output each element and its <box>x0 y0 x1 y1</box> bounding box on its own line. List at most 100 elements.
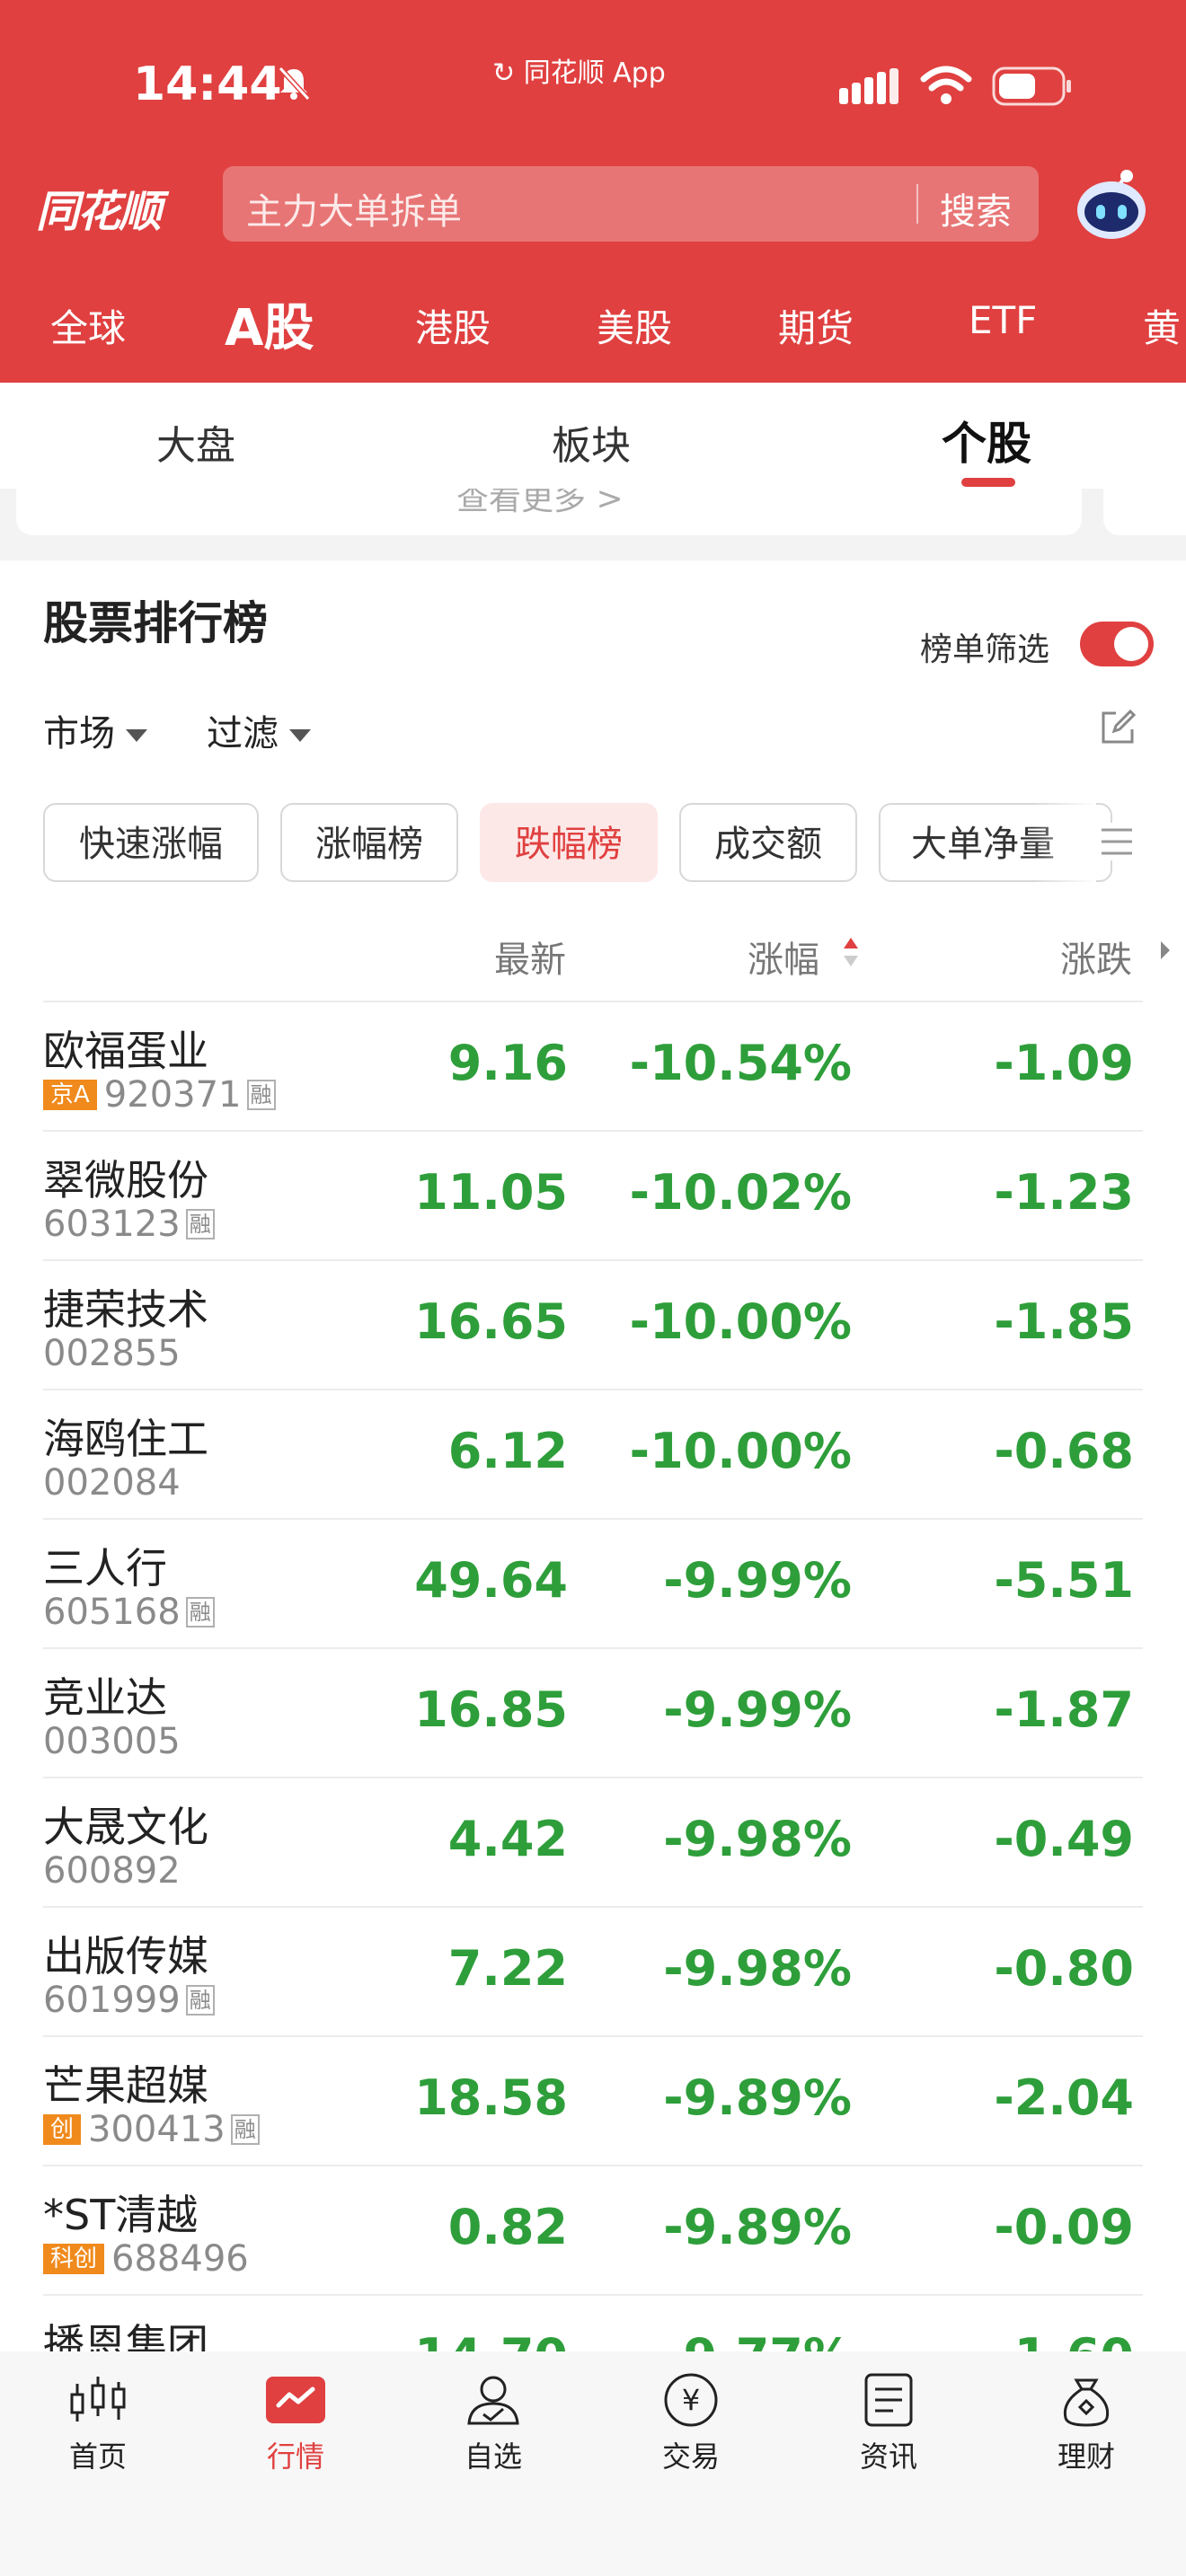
tab-label: 行情 <box>266 2439 324 2474</box>
tab-hk[interactable]: 港股 <box>415 298 491 353</box>
chip-fast-rise[interactable]: 快速涨幅 <box>43 803 259 882</box>
app-logo[interactable]: 同花顺 <box>36 176 162 239</box>
robot-assistant-icon[interactable] <box>1071 167 1152 244</box>
stock-code-line: 605168 融 <box>43 1592 215 1633</box>
next-card-edge <box>1103 489 1186 535</box>
row-divider <box>43 1647 1143 1649</box>
row-divider <box>43 1259 1143 1261</box>
stock-change: -1.23 <box>994 1164 1134 1221</box>
tab-home[interactable]: 首页 <box>40 2371 156 2497</box>
edit-icon[interactable] <box>1098 708 1137 747</box>
stock-change-pct: -10.02% <box>629 1164 852 1221</box>
candlestick-icon <box>70 2377 126 2422</box>
tab-trade[interactable]: ¥ 交易 <box>633 2371 749 2497</box>
bell-muted-icon <box>278 66 311 101</box>
stock-code-line: 京A 920371 融 <box>43 1074 276 1116</box>
menu-icon[interactable] <box>1098 823 1136 860</box>
stock-code-line: 603123 融 <box>43 1204 215 1245</box>
stock-change: -0.68 <box>994 1423 1134 1479</box>
stock-code-line: 科创 688496 <box>43 2238 249 2280</box>
search-bar[interactable]: 主力大单拆单 搜索 <box>223 166 1039 242</box>
sub-tabs: 大盘 板块 个股 <box>0 383 1186 489</box>
stock-price: 0.82 <box>447 2199 568 2255</box>
header-area: 14:44 ↻ 同花顺 App 同花顺 主力大单拆单 搜索 全球 A股 港股 美… <box>0 0 1186 383</box>
tab-watchlist[interactable]: 自选 <box>435 2371 552 2497</box>
tab-wealth[interactable]: 理财 <box>1028 2371 1145 2497</box>
stock-row[interactable]: 海鸥住工 002084 6.12 -10.00% -0.68 <box>0 1389 1186 1518</box>
stock-price: 9.16 <box>447 1035 568 1091</box>
stock-name: 芒果超媒 <box>43 2061 208 2110</box>
stock-price: 6.12 <box>447 1423 568 1479</box>
search-input[interactable]: 主力大单拆单 <box>246 182 462 234</box>
app-tag-label: 同花顺 App <box>523 57 666 89</box>
chevron-right-icon[interactable] <box>1159 938 1172 963</box>
stock-name: 捷荣技术 <box>43 1285 208 1334</box>
stock-row[interactable]: 翠微股份 603123 融 11.05 -10.02% -1.23 <box>0 1130 1186 1259</box>
search-divider <box>916 184 918 224</box>
stock-price: 18.58 <box>414 2069 568 2126</box>
view-more-link[interactable]: 查看更多 > <box>456 489 624 519</box>
tab-a-share[interactable]: A股 <box>225 287 314 360</box>
stock-change: -2.04 <box>994 2069 1134 2126</box>
subtab-sector[interactable]: 板块 <box>552 413 631 471</box>
status-bar: 14:44 ↻ 同花顺 App <box>0 36 1186 135</box>
stock-name: 翠微股份 <box>43 1156 208 1204</box>
stock-change-pct: -9.99% <box>663 1552 852 1609</box>
subtab-stock[interactable]: 个股 <box>942 408 1031 472</box>
tab-label: 资讯 <box>859 2439 917 2474</box>
chip-turnover[interactable]: 成交额 <box>679 803 857 882</box>
stock-row[interactable]: 大晟文化 600892 4.42 -9.98% -0.49 <box>0 1777 1186 1906</box>
margin-badge: 融 <box>185 1209 215 1239</box>
stock-change: -1.09 <box>994 1035 1134 1091</box>
stock-row[interactable]: 三人行 605168 融 49.64 -9.99% -5.51 <box>0 1518 1186 1647</box>
stock-row[interactable]: *ST清越 科创 688496 0.82 -9.89% -0.09 <box>0 2165 1186 2294</box>
market-dropdown[interactable]: 市场 <box>43 704 147 756</box>
stock-row[interactable]: 欧福蛋业 京A 920371 融 9.16 -10.54% -1.09 <box>0 1001 1186 1130</box>
row-divider <box>43 1906 1143 1908</box>
tab-futures[interactable]: 期货 <box>778 298 854 353</box>
stock-change-pct: -10.00% <box>629 1293 852 1350</box>
stock-code: 601999 <box>43 1980 181 2021</box>
stock-change: -0.80 <box>994 1940 1134 1997</box>
stock-row[interactable]: 捷荣技术 002855 16.65 -10.00% -1.85 <box>0 1259 1186 1389</box>
tab-news[interactable]: 资讯 <box>830 2371 947 2497</box>
chip-losers[interactable]: 跌幅榜 <box>480 803 658 882</box>
stock-change: -1.85 <box>994 1293 1134 1350</box>
col-latest[interactable]: 最新 <box>494 931 566 983</box>
stock-change-pct: -10.00% <box>629 1423 852 1479</box>
row-divider <box>43 2165 1143 2166</box>
chip-gainers[interactable]: 涨幅榜 <box>280 803 458 882</box>
stock-code: 603123 <box>43 1204 181 1245</box>
margin-badge: 融 <box>230 2114 260 2145</box>
tab-etf[interactable]: ETF <box>969 298 1037 342</box>
wifi-icon <box>920 66 972 104</box>
stock-row[interactable]: 播恩集团 14.70 -9.77% -1.60 <box>0 2294 1186 2357</box>
col-change[interactable]: 涨跌 <box>1060 931 1132 983</box>
battery-icon <box>992 66 1071 106</box>
previous-card-strip: 查看更多 > <box>0 489 1186 560</box>
stock-price: 49.64 <box>414 1552 568 1609</box>
tab-label: 自选 <box>464 2439 522 2474</box>
stock-code: 920371 <box>103 1074 242 1116</box>
row-divider <box>43 1001 1143 1002</box>
stock-row[interactable]: 芒果超媒 创 300413 融 18.58 -9.89% -2.04 <box>0 2035 1186 2165</box>
tab-quotes[interactable]: 行情 <box>237 2371 354 2497</box>
col-change-pct[interactable]: 涨幅 <box>748 931 819 983</box>
subtab-market[interactable]: 大盘 <box>156 413 235 471</box>
stock-code: 688496 <box>111 2238 249 2280</box>
tab-gold[interactable]: 黄 <box>1143 298 1181 353</box>
stock-code: 300413 <box>88 2109 226 2150</box>
stock-name: 出版传媒 <box>43 1932 208 1981</box>
tab-global[interactable]: 全球 <box>50 298 126 353</box>
search-button[interactable]: 搜索 <box>940 182 1012 234</box>
row-divider <box>43 1777 1143 1778</box>
stock-change: -0.09 <box>994 2199 1134 2255</box>
toggle-knob <box>1114 627 1148 661</box>
stock-change-pct: -9.98% <box>663 1940 852 1997</box>
stock-change-pct: -9.89% <box>663 2069 852 2126</box>
filter-toggle[interactable] <box>1080 622 1154 666</box>
stock-row[interactable]: 竞业达 003005 16.85 -9.99% -1.87 <box>0 1647 1186 1777</box>
filter-dropdown[interactable]: 过滤 <box>207 704 311 756</box>
stock-row[interactable]: 出版传媒 601999 融 7.22 -9.98% -0.80 <box>0 1906 1186 2035</box>
tab-us[interactable]: 美股 <box>597 298 672 353</box>
